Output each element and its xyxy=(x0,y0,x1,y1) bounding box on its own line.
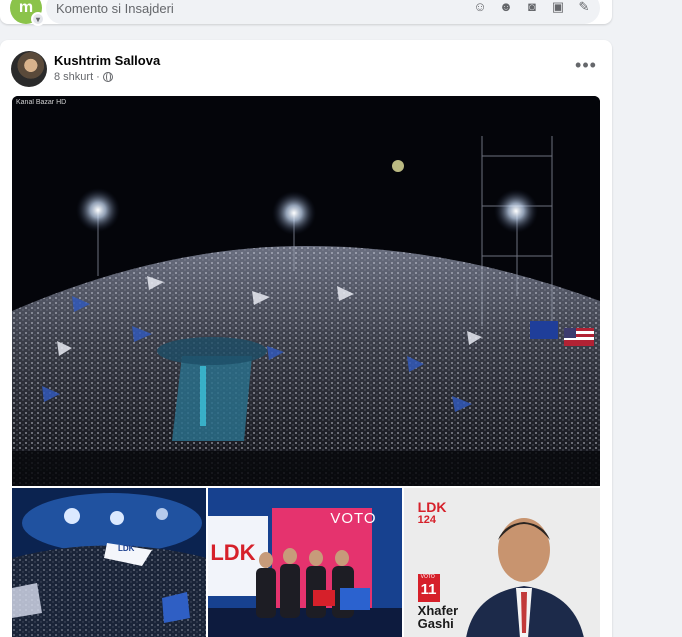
author-name[interactable]: Kushtrim Sallova xyxy=(54,53,160,68)
post-image-candidate[interactable]: LDK 124 VOTO 11 Xhafer Gashi xyxy=(403,488,600,637)
post-image-grid: LDK VOTO LDK LDK 124 VOTO 11 Xhafer Gash… xyxy=(12,488,600,637)
globe-icon xyxy=(102,72,113,82)
rally-photo xyxy=(12,96,600,486)
stage-banner: VOTO xyxy=(330,510,377,527)
more-options-button[interactable]: ••• xyxy=(570,54,602,82)
post-main-image[interactable]: Kanal Bazar HD xyxy=(12,96,600,486)
party-logo: LDK 124 xyxy=(418,500,447,526)
comment-tools: ☺ ☻ ◙ ▣ ✎ xyxy=(472,0,592,15)
meta-separator: · xyxy=(96,71,100,83)
post-image-hall-crowd[interactable]: LDK xyxy=(12,488,207,637)
comment-composer: m ▾ Komento si Insajderi ☺ ☻ ◙ ▣ ✎ xyxy=(0,0,612,26)
sticker-icon[interactable]: ☺ xyxy=(472,0,488,15)
hall-photo xyxy=(12,488,207,637)
emoji-icon[interactable]: ☻ xyxy=(498,0,514,15)
post-image-stage[interactable]: VOTO LDK xyxy=(208,488,402,637)
gif-icon[interactable]: ▣ xyxy=(550,0,566,15)
party-name: LDK xyxy=(417,499,447,515)
flag-label: LDK xyxy=(118,544,135,553)
camera-icon[interactable]: ◙ xyxy=(524,0,540,15)
post-meta: 8 shkurt · xyxy=(54,71,113,83)
author-avatar[interactable] xyxy=(11,51,47,87)
comment-placeholder: Komento si Insajderi xyxy=(56,0,174,16)
avatar-initial: m xyxy=(18,0,34,16)
list-number: 124 xyxy=(417,514,437,526)
video-watermark: Kanal Bazar HD xyxy=(16,99,67,106)
chevron-down-icon[interactable]: ▾ xyxy=(31,12,45,26)
voto-label: VOTO xyxy=(420,574,435,580)
post-card: Kushtrim Sallova 8 shkurt · ••• Kanal Ba… xyxy=(0,40,612,637)
candidate-last-name: Gashi xyxy=(417,616,454,631)
user-avatar[interactable]: m ▾ xyxy=(10,0,45,26)
post-time[interactable]: 8 shkurt xyxy=(54,71,93,83)
stage-logo: LDK xyxy=(210,540,256,565)
candidate-number: 11 xyxy=(420,581,437,598)
avatar-sticker-icon[interactable]: ✎ xyxy=(576,0,592,15)
candidate-name: Xhafer Gashi xyxy=(418,604,458,630)
